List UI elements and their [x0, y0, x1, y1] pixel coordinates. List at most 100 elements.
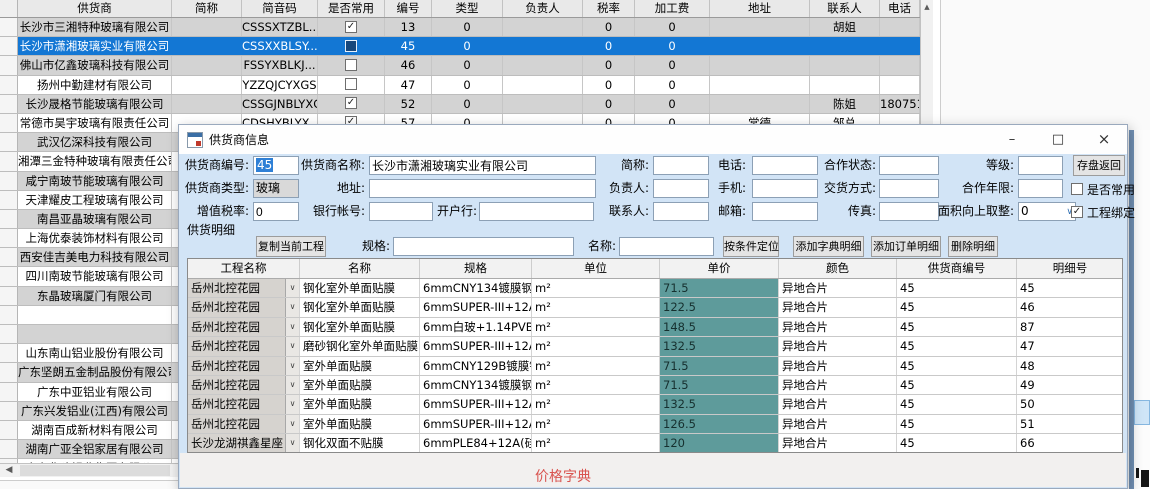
column-header-0[interactable]: 供货商	[18, 0, 172, 17]
combo-dropdown-icon[interactable]: ∨	[285, 298, 299, 316]
combo-dropdown-icon[interactable]: ∨	[285, 318, 299, 336]
area-round-up-select[interactable]: 0 ∨	[1018, 202, 1076, 221]
column-header-4[interactable]: 编号	[385, 0, 432, 17]
column-header-5[interactable]: 类型	[432, 0, 503, 17]
dialog-titlebar[interactable]: 供货商信息 – □ ×	[179, 125, 1127, 154]
maximize-button[interactable]: □	[1035, 125, 1081, 154]
detail-column-header-supplier-id[interactable]: 供货商编号	[897, 259, 1017, 278]
column-header-6[interactable]: 负责人	[503, 0, 583, 17]
combo-dropdown-icon[interactable]: ∨	[285, 357, 299, 375]
row-header-cell	[0, 18, 18, 36]
detail-cell-project[interactable]: 岳州北控花园∨	[188, 357, 300, 375]
locate-by-condition-button[interactable]: 按条件定位	[723, 236, 779, 257]
detail-column-header-detail-id[interactable]: 明细号	[1017, 259, 1123, 278]
checkbox-icon[interactable]	[1071, 183, 1083, 195]
supplier-row[interactable]: 长沙晟格节能玻璃有限公司CSSGJNBLYXGS52000陈姐180751	[0, 95, 933, 114]
detail-cell-project[interactable]: 岳州北控花园∨	[188, 298, 300, 316]
common-checkbox-icon[interactable]	[345, 21, 357, 33]
detail-cell-project[interactable]: 岳州北控花园∨	[188, 376, 300, 394]
grade-field[interactable]	[1018, 156, 1063, 175]
mobile-field[interactable]	[752, 179, 818, 198]
column-header-2[interactable]: 简音码	[242, 0, 318, 17]
column-header-11[interactable]: 电话	[880, 0, 920, 17]
coop-status-field[interactable]	[879, 156, 939, 175]
detail-row[interactable]: 岳州北控花园∨室外单面贴膜6mmCNY129B镀膜钢化m²71.5异地合片454…	[188, 357, 1122, 376]
column-header-1[interactable]: 简称	[172, 0, 242, 17]
minimize-button[interactable]: –	[989, 125, 1035, 154]
bank-account-field[interactable]	[369, 202, 433, 221]
save-return-button[interactable]: 存盘返回	[1073, 155, 1125, 176]
common-checkbox-icon[interactable]	[345, 97, 357, 109]
manager-field[interactable]	[653, 179, 709, 198]
detail-cell-project[interactable]: 岳州北控花园∨	[188, 415, 300, 433]
checkbox-checked-icon[interactable]	[1071, 206, 1083, 218]
supplier-id-field[interactable]: 45	[253, 156, 299, 175]
detail-cell-spec: 6mmCNY134镀膜钢化	[420, 279, 532, 297]
detail-column-header-color[interactable]: 颜色	[779, 259, 897, 278]
delivery-method-field[interactable]	[879, 179, 939, 198]
is-common-checkbox[interactable]: 是否常用	[1071, 181, 1135, 198]
detail-cell-project[interactable]: 岳州北控花园∨	[188, 395, 300, 413]
detail-column-header-spec[interactable]: 规格	[420, 259, 532, 278]
vat-rate-field[interactable]	[253, 202, 299, 221]
bank-branch-field[interactable]	[479, 202, 594, 221]
combo-dropdown-icon[interactable]: ∨	[285, 337, 299, 355]
contact-field[interactable]	[653, 202, 709, 221]
column-header-8[interactable]: 加工费	[635, 0, 710, 17]
detail-row[interactable]: 岳州北控花园∨室外单面贴膜6mmCNY134镀膜钢化m²71.5异地合片4549	[188, 376, 1122, 395]
common-checkbox-icon[interactable]	[345, 59, 357, 71]
supplier-row[interactable]: 扬州中勤建材有限公司YZZQJCYXGS47000	[0, 76, 933, 95]
supplier-row[interactable]: 长沙市三湘特种玻璃有限公司CSSSXTZBL...13000胡姐	[0, 18, 933, 37]
combo-dropdown-icon[interactable]: ∨	[285, 279, 299, 297]
email-field[interactable]	[752, 202, 818, 221]
detail-cell-project[interactable]: 岳州北控花园∨	[188, 318, 300, 336]
delete-detail-button[interactable]: 删除明细	[948, 236, 998, 257]
background-window-button[interactable]	[1134, 400, 1150, 425]
close-button[interactable]: ×	[1081, 125, 1127, 154]
detail-column-header-unit[interactable]: 单位	[532, 259, 660, 278]
combo-dropdown-icon[interactable]: ∨	[285, 415, 299, 433]
add-order-detail-button[interactable]: 添加订单明细	[871, 236, 941, 257]
add-dict-detail-button[interactable]: 添加字典明细	[793, 236, 864, 257]
detail-column-header-name[interactable]: 名称	[300, 259, 420, 278]
column-header-7[interactable]: 税率	[583, 0, 635, 17]
detail-cell-project[interactable]: 长沙龙湖祺鑫星座∨	[188, 434, 300, 452]
detail-cell-supplier-id: 45	[897, 357, 1017, 375]
combo-dropdown-icon[interactable]: ∨	[285, 434, 299, 452]
supplier-row[interactable]: 长沙市潇湘玻璃实业有限公司CSSXXBLSY...45000	[0, 37, 933, 56]
detail-row[interactable]: 长沙龙湖祺鑫星座∨钢化双面不贴膜6mmPLE84+12A(硅酮胶...m²120…	[188, 434, 1122, 453]
detail-cell-project[interactable]: 岳州北控花园∨	[188, 337, 300, 355]
detail-column-header-price[interactable]: 单价	[660, 259, 779, 278]
spec-filter-field[interactable]	[393, 237, 574, 256]
contact-label: 联系人:	[607, 204, 649, 219]
supplier-type-field[interactable]: 玻璃	[253, 179, 299, 198]
cell-7: 0	[583, 18, 635, 36]
short-name-field[interactable]	[653, 156, 709, 175]
column-header-10[interactable]: 联系人	[810, 0, 880, 17]
column-header-3[interactable]: 是否常用	[318, 0, 385, 17]
phone-field[interactable]	[752, 156, 818, 175]
detail-row[interactable]: 岳州北控花园∨钢化室外单面贴膜6mmCNY134镀膜钢化m²71.5异地合片45…	[188, 279, 1122, 298]
combo-dropdown-icon[interactable]: ∨	[285, 395, 299, 413]
supplier-row[interactable]: 佛山市亿鑫玻璃科技有限公司FSSYXBLKJ...46000	[0, 56, 933, 75]
common-checkbox-icon[interactable]	[345, 40, 357, 52]
coop-years-field[interactable]	[1018, 179, 1063, 198]
scroll-up-icon[interactable]: ▲	[921, 0, 933, 16]
supplier-name-field[interactable]	[369, 156, 596, 175]
detail-cell-project[interactable]: 岳州北控花园∨	[188, 279, 300, 297]
scrollbar-thumb[interactable]	[20, 465, 170, 476]
detail-row[interactable]: 岳州北控花园∨室外单面贴膜6mmSUPER-III+12A(硅...m²126.…	[188, 415, 1122, 434]
name-filter-field[interactable]	[619, 237, 714, 256]
project-bind-checkbox[interactable]: 工程绑定	[1071, 204, 1135, 221]
combo-dropdown-icon[interactable]: ∨	[285, 376, 299, 394]
common-checkbox-icon[interactable]	[345, 78, 357, 90]
detail-row[interactable]: 岳州北控花园∨磨砂钢化室外单面贴膜6mmSUPER-III+12A(硅...m²…	[188, 337, 1122, 356]
address-field[interactable]	[369, 179, 596, 198]
detail-row[interactable]: 岳州北控花园∨室外单面贴膜6mmSUPER-III+12A(硅...m²132.…	[188, 395, 1122, 414]
detail-row[interactable]: 岳州北控花园∨钢化室外单面贴膜6mm白玻+1.14PVB+6mm...m²148…	[188, 318, 1122, 337]
scroll-left-icon[interactable]: ◀	[2, 464, 16, 477]
detail-column-header-project[interactable]: 工程名称	[188, 259, 300, 278]
copy-current-project-button[interactable]: 复制当前工程	[256, 236, 326, 257]
detail-row[interactable]: 岳州北控花园∨钢化室外单面贴膜6mmSUPER-III+12A(硅...m²12…	[188, 298, 1122, 317]
column-header-9[interactable]: 地址	[710, 0, 810, 17]
